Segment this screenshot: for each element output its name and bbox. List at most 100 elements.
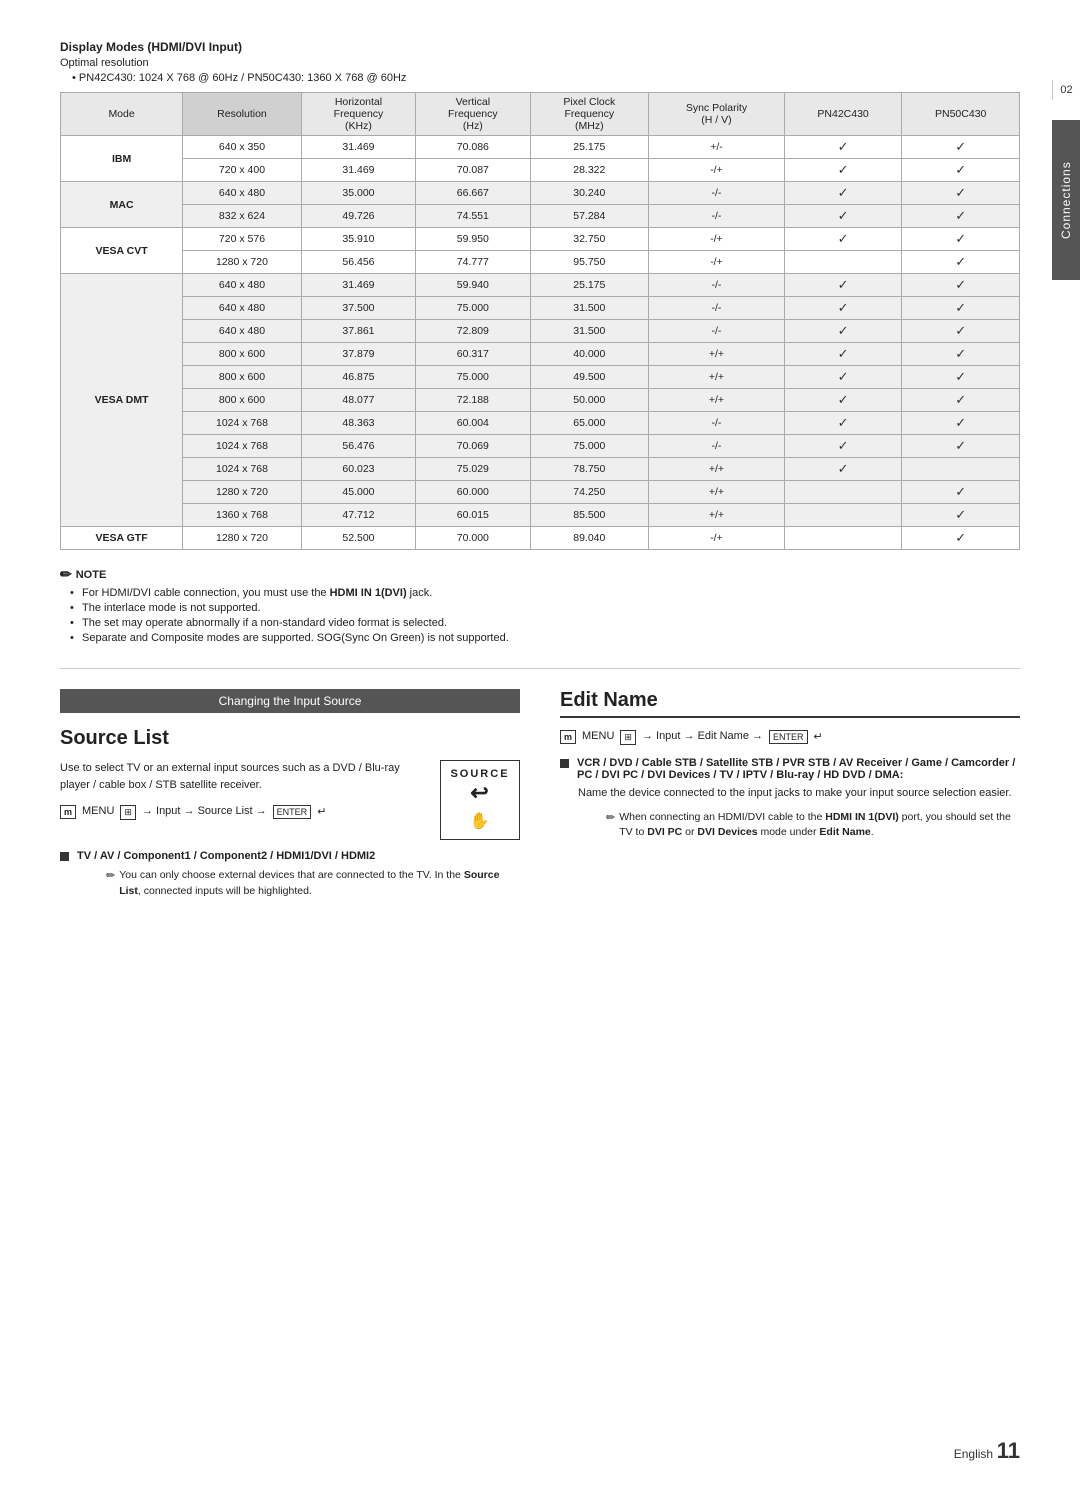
pn50: ✓ [902, 343, 1020, 366]
vfreq: 70.086 [416, 136, 530, 159]
pencil-icon-edit: ✏ [606, 810, 615, 842]
source-list-section: Changing the Input Source Source List SO… [60, 689, 520, 910]
hfreq: 47.712 [301, 504, 415, 527]
enter-icon-edit: ENTER [769, 730, 808, 744]
col-vfreq: VerticalFrequency(Hz) [416, 93, 530, 136]
table-row: 1024 x 768 60.023 75.029 78.750 +/+ ✓ [61, 458, 1020, 481]
hfreq: 31.469 [301, 274, 415, 297]
source-list-bullet1: TV / AV / Component1 / Component2 / HDMI… [60, 850, 520, 900]
pclock: 78.750 [530, 458, 649, 481]
edit-name-section: Edit Name m MENU ⊞ → Input → Edit Name →… [560, 689, 1020, 910]
pn50: ✓ [902, 251, 1020, 274]
vfreq: 74.777 [416, 251, 530, 274]
res: 640 x 350 [183, 136, 302, 159]
pn50: ✓ [902, 274, 1020, 297]
res: 1024 x 768 [183, 412, 302, 435]
table-row: VESA GTF 1280 x 720 52.500 70.000 89.040… [61, 527, 1020, 550]
pclock: 31.500 [530, 297, 649, 320]
hfreq: 56.456 [301, 251, 415, 274]
res: 1280 x 720 [183, 481, 302, 504]
menu-path-edit: → Input → Edit Name → [642, 730, 763, 742]
table-row: 832 x 624 49.726 74.551 57.284 -/- ✓ ✓ [61, 205, 1020, 228]
res: 720 x 400 [183, 159, 302, 182]
footer-page-number: 11 [997, 1438, 1020, 1463]
pclock: 40.000 [530, 343, 649, 366]
display-modes-section: Display Modes (HDMI/DVI Input) Optimal r… [60, 40, 1020, 644]
hfreq: 60.023 [301, 458, 415, 481]
bullet-square-icon-edit [560, 759, 569, 768]
pn42: ✓ [784, 159, 902, 182]
enter-arrow: ↵ [317, 805, 326, 818]
edit-bullet1-label: VCR / DVD / Cable STB / Satellite STB / … [577, 757, 1020, 781]
pn42: ✓ [784, 297, 902, 320]
vfreq: 59.940 [416, 274, 530, 297]
edit-bullet1-text: Name the device connected to the input j… [578, 785, 1020, 802]
res: 800 x 600 [183, 389, 302, 412]
pn42: ✓ [784, 320, 902, 343]
table-row: IBM 640 x 350 31.469 70.086 25.175 +/- ✓… [61, 136, 1020, 159]
pn42: ✓ [784, 205, 902, 228]
pn50: ✓ [902, 504, 1020, 527]
table-row: 720 x 400 31.469 70.087 28.322 -/+ ✓ ✓ [61, 159, 1020, 182]
col-pclock: Pixel ClockFrequency(MHz) [530, 93, 649, 136]
table-row: 800 x 600 37.879 60.317 40.000 +/+ ✓ ✓ [61, 343, 1020, 366]
mode-vesa-cvt: VESA CVT [61, 228, 183, 274]
pclock: 95.750 [530, 251, 649, 274]
vfreq: 60.317 [416, 343, 530, 366]
hfreq: 48.077 [301, 389, 415, 412]
table-row: 800 x 600 48.077 72.188 50.000 +/+ ✓ ✓ [61, 389, 1020, 412]
optimal-resolution-label: Optimal resolution [60, 57, 1020, 69]
res: 800 x 600 [183, 366, 302, 389]
pn42 [784, 481, 902, 504]
page-number-side: 02 [1052, 80, 1080, 100]
table-row: VESA CVT 720 x 576 35.910 59.950 32.750 … [61, 228, 1020, 251]
vfreq: 70.069 [416, 435, 530, 458]
res: 1024 x 768 [183, 458, 302, 481]
res: 640 x 480 [183, 182, 302, 205]
menu-text-edit: MENU [582, 730, 614, 742]
source-icon-box: SOURCE ↩✋ [440, 760, 520, 840]
pclock: 57.284 [530, 205, 649, 228]
menu-icon: m [60, 805, 76, 819]
res: 640 x 480 [183, 320, 302, 343]
pclock: 50.000 [530, 389, 649, 412]
col-resolution: Resolution [183, 93, 302, 136]
sync: -/+ [649, 159, 785, 182]
pn50: ✓ [902, 389, 1020, 412]
sync: +/+ [649, 343, 785, 366]
pclock: 49.500 [530, 366, 649, 389]
menu-path-source: → Input → Source List → [142, 805, 267, 817]
changing-input-bar: Changing the Input Source [60, 689, 520, 713]
table-row: 1280 x 720 56.456 74.777 95.750 -/+ ✓ [61, 251, 1020, 274]
table-row: 1024 x 768 56.476 70.069 75.000 -/- ✓ ✓ [61, 435, 1020, 458]
pclock: 28.322 [530, 159, 649, 182]
pclock: 32.750 [530, 228, 649, 251]
col-hfreq: HorizontalFrequency(KHz) [301, 93, 415, 136]
pclock: 75.000 [530, 435, 649, 458]
bullet1-body: ✏ You can only choose external devices t… [60, 868, 520, 900]
res: 640 x 480 [183, 297, 302, 320]
source-list-content: SOURCE ↩✋ Use to select TV or an externa… [60, 760, 520, 850]
hfreq: 37.500 [301, 297, 415, 320]
mode-vesa-gtf: VESA GTF [61, 527, 183, 550]
pn42 [784, 527, 902, 550]
sync: +/+ [649, 389, 785, 412]
display-modes-table: Mode Resolution HorizontalFrequency(KHz)… [60, 92, 1020, 550]
table-row: 1360 x 768 47.712 60.015 85.500 +/+ ✓ [61, 504, 1020, 527]
sync: -/- [649, 412, 785, 435]
pn50: ✓ [902, 205, 1020, 228]
pn42 [784, 251, 902, 274]
res: 832 x 624 [183, 205, 302, 228]
note-item-4: Separate and Composite modes are support… [70, 632, 1020, 644]
bullet1-sub-text: You can only choose external devices tha… [119, 868, 520, 900]
hfreq: 46.875 [301, 366, 415, 389]
pn42: ✓ [784, 136, 902, 159]
table-row: MAC 640 x 480 35.000 66.667 30.240 -/- ✓… [61, 182, 1020, 205]
pn50: ✓ [902, 136, 1020, 159]
table-row: VESA DMT 640 x 480 31.469 59.940 25.175 … [61, 274, 1020, 297]
sync: -/+ [649, 228, 785, 251]
edit-name-bullet1: VCR / DVD / Cable STB / Satellite STB / … [560, 757, 1020, 841]
sync: -/+ [649, 527, 785, 550]
note-icon: ✏ [60, 566, 72, 583]
enter-icon: ENTER [273, 805, 312, 819]
